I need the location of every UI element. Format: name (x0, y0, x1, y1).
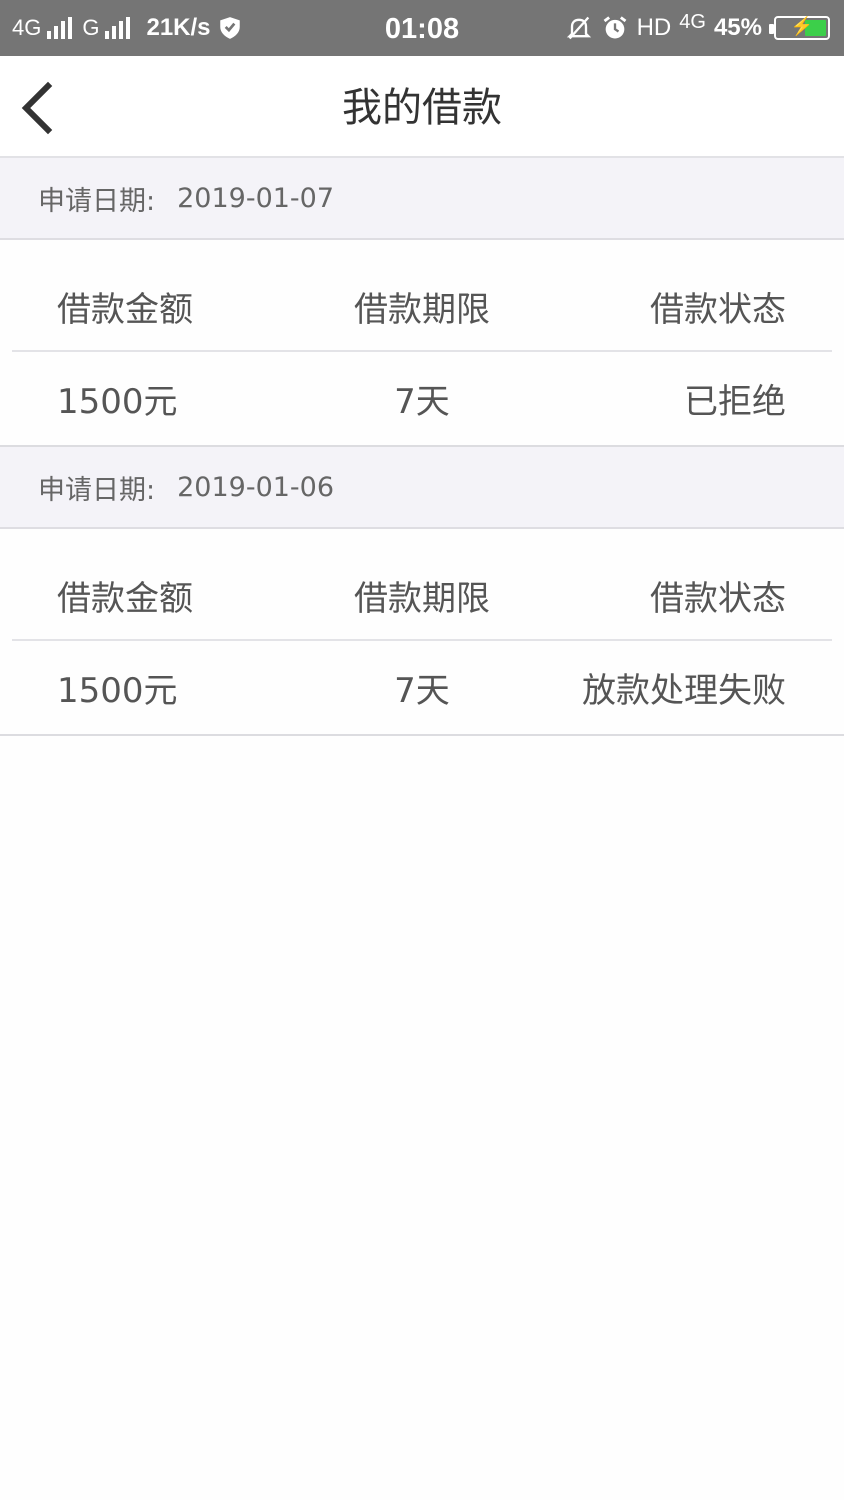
loan-value-row: 1500元 7天 放款处理失败 (0, 641, 844, 736)
date-value: 2019-01-07 (177, 182, 335, 214)
loan-header-row: 借款金额 借款期限 借款状态 (0, 240, 844, 352)
loan-record[interactable]: 申请日期: 2019-01-07 借款金额 借款期限 借款状态 1500元 7天… (0, 158, 844, 447)
date-label: 申请日期: (38, 474, 156, 506)
battery-icon: ⚡ (769, 16, 830, 40)
app-header: 我的借款 (0, 56, 844, 158)
date-value: 2019-01-06 (177, 471, 335, 503)
battery-percent: 45% (713, 14, 762, 41)
date-label: 申请日期: (38, 185, 156, 217)
hd-indicator: HD (636, 14, 672, 41)
application-date-row: 申请日期: 2019-01-07 (0, 158, 844, 240)
loan-status: 已拒绝 (684, 382, 786, 422)
status-bar: 4G G 21K/s 01:08 HD 4G 45% ⚡ (0, 0, 844, 56)
status-bar-right: HD 4G 45% ⚡ (565, 0, 830, 56)
charging-icon: ⚡ (790, 16, 814, 36)
status-header: 借款状态 (650, 289, 786, 330)
loan-header-row: 借款金额 借款期限 借款状态 (0, 529, 844, 641)
status-header: 借款状态 (650, 578, 786, 619)
loan-record[interactable]: 申请日期: 2019-01-06 借款金额 借款期限 借款状态 1500元 7天… (0, 447, 844, 736)
net-type-indicator: 4G (679, 10, 706, 33)
application-date-row: 申请日期: 2019-01-06 (0, 447, 844, 529)
page-title: 我的借款 (342, 85, 502, 131)
mute-bell-icon (566, 16, 591, 40)
loan-value-row: 1500元 7天 已拒绝 (0, 352, 844, 447)
loan-status: 放款处理失败 (582, 671, 786, 711)
alarm-clock-icon (603, 16, 626, 39)
